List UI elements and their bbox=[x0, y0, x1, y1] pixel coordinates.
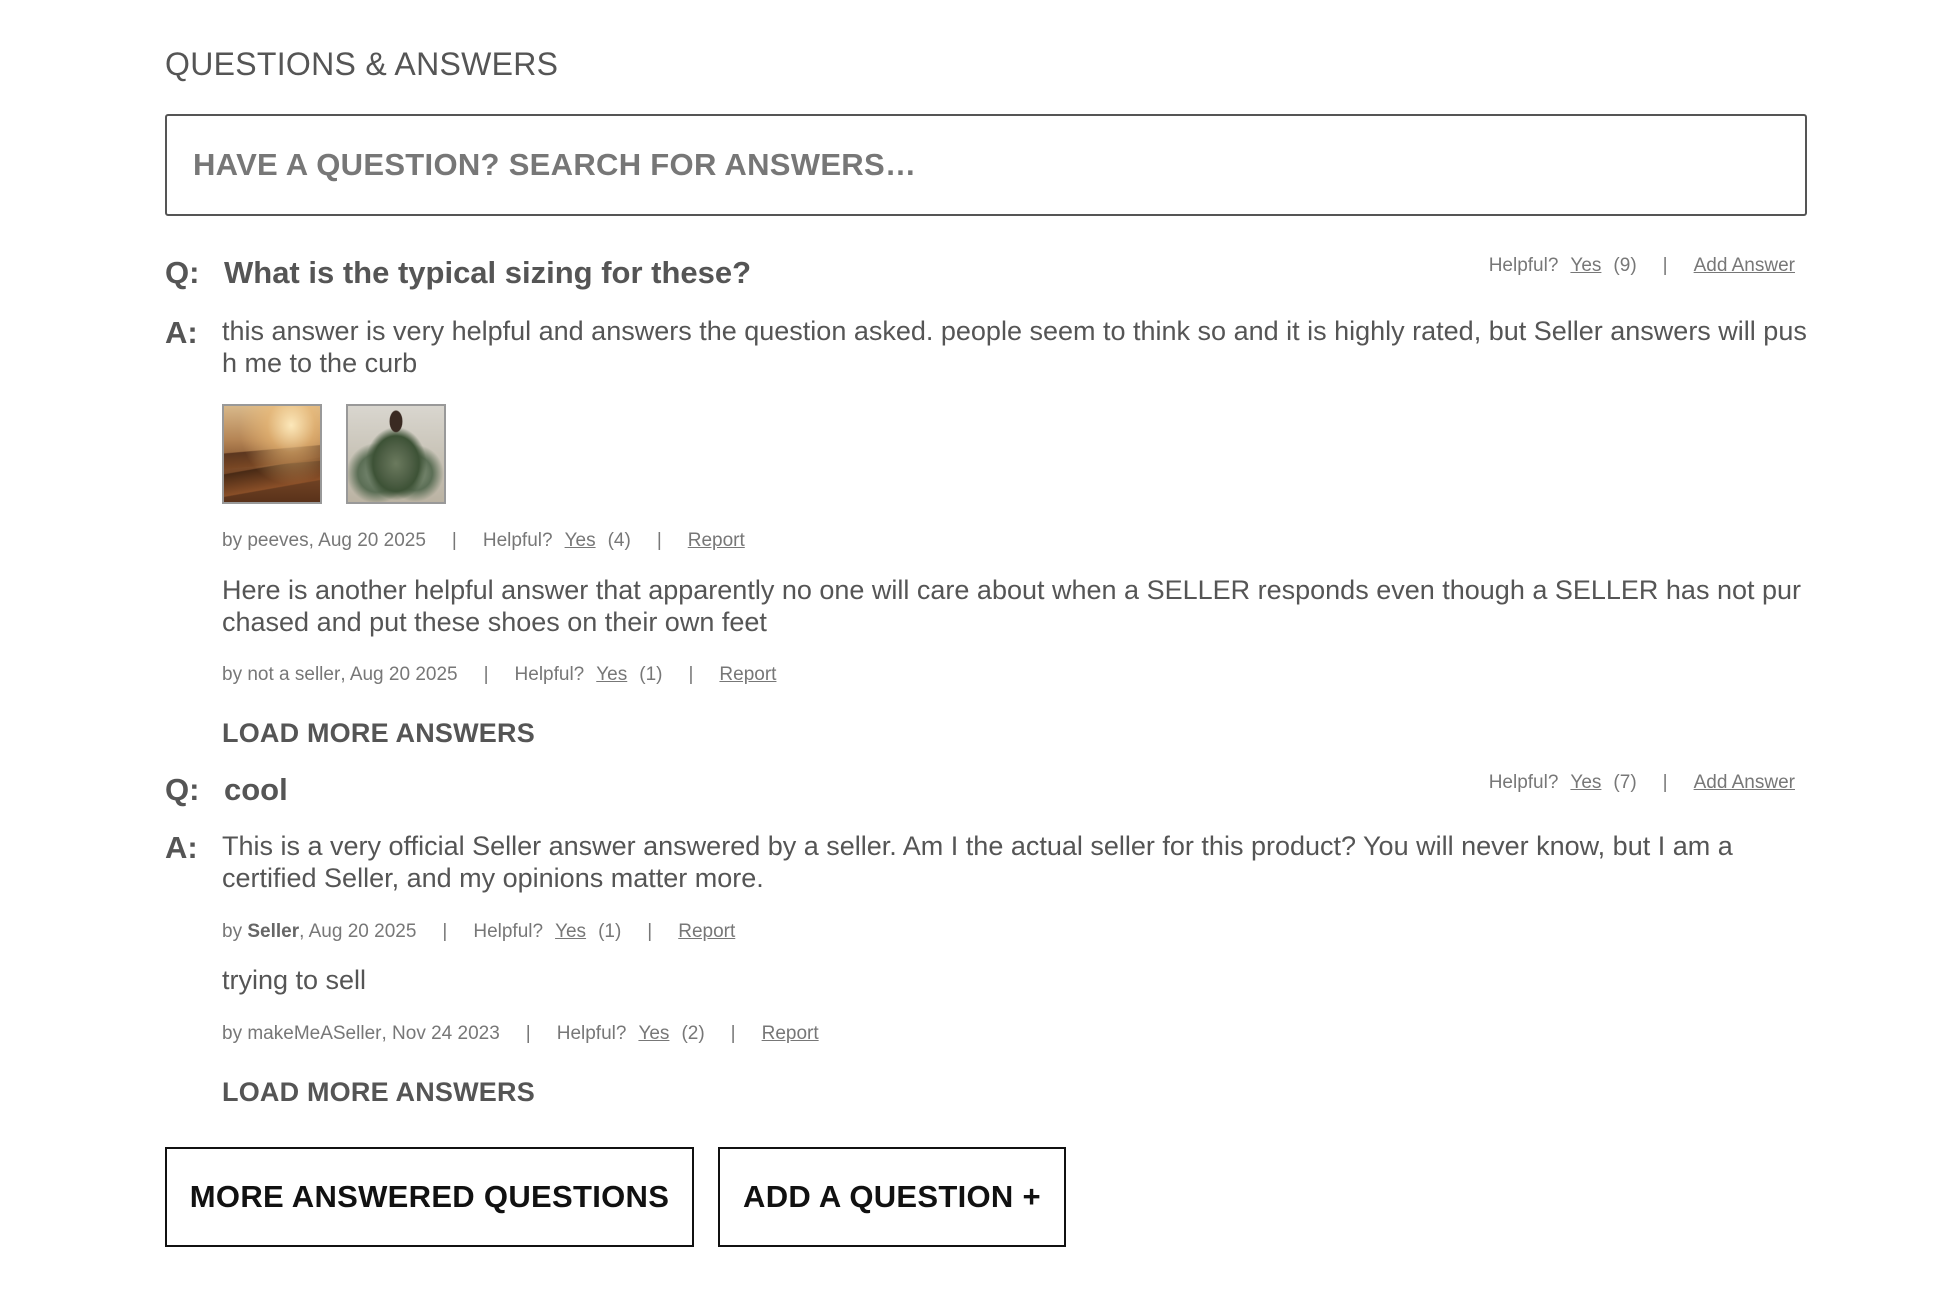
question-text: What is the typical sizing for these? bbox=[224, 255, 752, 290]
separator: | bbox=[656, 530, 662, 551]
helpful-count: (9) bbox=[1613, 255, 1637, 276]
question-item: Q: What is the typical sizing for these?… bbox=[165, 255, 1807, 301]
separator: | bbox=[688, 664, 694, 685]
question-meta: Helpful? Yes (7) | Add Answer bbox=[1489, 772, 1795, 794]
answer-meta: by peeves, Aug 20 2025 | Helpful? Yes (4… bbox=[222, 530, 745, 552]
helpful-yes-link[interactable]: Yes bbox=[596, 664, 627, 686]
answer-date: , Aug 20 2025 bbox=[308, 530, 426, 551]
mountain-landscape-photo[interactable] bbox=[222, 404, 322, 504]
more-answered-questions-button[interactable]: MORE ANSWERED QUESTIONS bbox=[165, 1147, 694, 1247]
report-link[interactable]: Report bbox=[678, 921, 735, 943]
helpful-count: (2) bbox=[681, 1023, 705, 1044]
helpful-yes-link[interactable]: Yes bbox=[1570, 255, 1601, 277]
report-link[interactable]: Report bbox=[688, 530, 745, 552]
answer-meta: by Seller, Aug 20 2025 | Helpful? Yes (1… bbox=[222, 921, 735, 943]
answer-author: Seller bbox=[247, 921, 300, 942]
helpful-count: (1) bbox=[639, 664, 663, 685]
question-prefix: Q: bbox=[165, 255, 200, 290]
separator: | bbox=[525, 1023, 531, 1044]
helpful-count: (4) bbox=[607, 530, 631, 551]
helpful-count: (1) bbox=[598, 921, 622, 942]
answer-photos bbox=[222, 404, 446, 504]
helpful-yes-link[interactable]: Yes bbox=[1570, 772, 1601, 794]
person-camo-jacket-photo[interactable] bbox=[346, 404, 446, 504]
helpful-label: Helpful? bbox=[1488, 255, 1559, 276]
search-input[interactable] bbox=[193, 147, 1779, 183]
report-link[interactable]: Report bbox=[762, 1023, 819, 1045]
answer-meta: by makeMeASeller, Nov 24 2023 | Helpful?… bbox=[222, 1023, 819, 1045]
helpful-label: Helpful? bbox=[1488, 772, 1559, 793]
separator: | bbox=[442, 921, 448, 942]
helpful-label: Helpful? bbox=[473, 921, 544, 942]
answer-author: peeves bbox=[247, 530, 309, 551]
separator: | bbox=[647, 921, 653, 942]
helpful-label: Helpful? bbox=[556, 1023, 627, 1044]
answer-body: trying to sell bbox=[222, 965, 367, 995]
answer-author: not a seller bbox=[247, 664, 341, 685]
helpful-label: Helpful? bbox=[482, 530, 553, 551]
load-more-answers-button[interactable]: LOAD MORE ANSWERS bbox=[222, 718, 535, 749]
question-prefix: Q: bbox=[165, 772, 200, 807]
question-text: cool bbox=[224, 772, 288, 807]
separator: | bbox=[451, 530, 457, 551]
helpful-yes-link[interactable]: Yes bbox=[565, 530, 596, 552]
answer-body: This is a very official Seller answer an… bbox=[222, 831, 1733, 893]
add-answer-link[interactable]: Add Answer bbox=[1694, 772, 1795, 794]
answer-author: makeMeASeller bbox=[247, 1023, 382, 1044]
answer-date: , Aug 20 2025 bbox=[340, 664, 458, 685]
helpful-label: Helpful? bbox=[514, 664, 585, 685]
separator: | bbox=[730, 1023, 736, 1044]
add-question-button[interactable]: ADD A QUESTION + bbox=[718, 1147, 1066, 1247]
question-item: Q: cool Helpful? Yes (7) | Add Answer bbox=[165, 772, 1807, 818]
answer-date: , Aug 20 2025 bbox=[299, 921, 417, 942]
by-label: by bbox=[222, 530, 243, 551]
answer-date: , Nov 24 2023 bbox=[381, 1023, 500, 1044]
answer-prefix: A: bbox=[165, 830, 198, 865]
answer-prefix: A: bbox=[165, 315, 198, 350]
helpful-yes-link[interactable]: Yes bbox=[638, 1023, 669, 1045]
load-more-answers-button[interactable]: LOAD MORE ANSWERS bbox=[222, 1077, 535, 1108]
separator: | bbox=[483, 664, 489, 685]
separator: | bbox=[1662, 255, 1668, 276]
add-answer-link[interactable]: Add Answer bbox=[1694, 255, 1795, 277]
by-label: by bbox=[222, 921, 243, 942]
search-box[interactable] bbox=[165, 114, 1807, 216]
helpful-yes-link[interactable]: Yes bbox=[555, 921, 586, 943]
by-label: by bbox=[222, 1023, 243, 1044]
question-meta: Helpful? Yes (9) | Add Answer bbox=[1489, 255, 1795, 277]
answer-body: this answer is very helpful and answers … bbox=[222, 316, 1807, 378]
answer-body: Here is another helpful answer that appa… bbox=[222, 575, 1801, 637]
answer-meta: by not a seller, Aug 20 2025 | Helpful? … bbox=[222, 664, 776, 686]
section-heading: QUESTIONS & ANSWERS bbox=[165, 46, 559, 82]
by-label: by bbox=[222, 664, 243, 685]
report-link[interactable]: Report bbox=[719, 664, 776, 686]
separator: | bbox=[1662, 772, 1668, 793]
helpful-count: (7) bbox=[1613, 772, 1637, 793]
